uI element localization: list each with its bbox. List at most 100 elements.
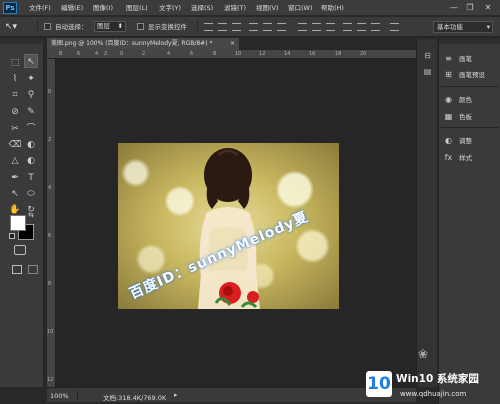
eyedropper-icon[interactable]: ⚲ <box>24 88 38 102</box>
panel-brush-presets[interactable]: ⊞ 画笔预设 <box>443 68 499 81</box>
distribute-center-icon[interactable] <box>357 23 366 31</box>
adjustments-icon: ◐ <box>445 136 452 145</box>
align-bottom-icon[interactable] <box>232 23 241 31</box>
ruler-label: 18 <box>335 51 342 57</box>
restore-button[interactable]: ❐ <box>463 2 477 13</box>
type-tool-icon[interactable]: T <box>24 171 38 185</box>
show-transform-label: 显示变换控件 <box>148 23 187 31</box>
ruler-label: 12 <box>47 377 54 383</box>
dodge-tool-icon[interactable]: ◐ <box>24 154 38 168</box>
eraser-icon[interactable]: ⌫ <box>8 138 22 152</box>
screen-mode-icon[interactable] <box>12 265 22 274</box>
panel-adjustments[interactable]: ◐ 调整 <box>443 134 499 147</box>
menu-view[interactable]: 视图(V) <box>256 3 279 13</box>
brush-presets-icon: ⊞ <box>445 70 452 79</box>
menu-type[interactable]: 文字(Y) <box>159 3 181 13</box>
brush-panel-icon: ≡ <box>445 54 452 63</box>
show-transform-checkbox[interactable] <box>137 23 144 30</box>
options-bar: ↖▾ 自动选择： 图层 ⬍ 显示变换控件 基本功能 ▾ <box>0 17 500 37</box>
win10-brand-text: Win10 系统家园 <box>396 373 479 385</box>
ruler-vertical: 0 2 4 6 8 10 12 <box>47 59 56 387</box>
close-window-button[interactable]: ✕ <box>481 2 495 13</box>
ruler-label: 20 <box>360 51 367 57</box>
marquee-tool-icon[interactable]: ⬚ <box>8 56 22 70</box>
menu-filter[interactable]: 滤镜(T) <box>224 3 246 13</box>
swatches-icon: ▦ <box>444 112 453 121</box>
swap-colors-icon[interactable]: ⇆ <box>28 211 36 219</box>
path-select-icon[interactable]: ↖ <box>8 187 22 201</box>
document-size: 文档:318.4K/769.0K <box>103 394 167 402</box>
menu-window[interactable]: 窗口(W) <box>288 3 313 13</box>
move-tool-preset-icon[interactable]: ↖▾ <box>5 20 27 34</box>
zoom-level[interactable]: 100% <box>50 392 69 400</box>
workspace-dropdown[interactable]: 基本功能 ▾ <box>433 21 493 33</box>
document-tab[interactable]: 美图.png @ 100% (百度ID：sunnyMelody夏, RGB/8#… <box>47 38 239 50</box>
panel-styles[interactable]: fx 样式 <box>443 151 499 164</box>
foreground-color-swatch[interactable] <box>10 215 26 231</box>
history-icon[interactable]: ⊟ <box>422 50 433 61</box>
history-brush-icon[interactable]: ⌒ <box>24 122 38 136</box>
distribute-right-icon[interactable] <box>371 23 380 31</box>
panel-styles-label: 样式 <box>459 154 472 162</box>
status-menu-arrow-icon[interactable]: ▸ <box>174 391 178 399</box>
distribute-bottom-icon[interactable] <box>326 23 335 31</box>
panel-swatches[interactable]: ▦ 色板 <box>443 110 499 123</box>
status-bar: 100% 文档:318.4K/769.0K ▸ <box>47 387 416 402</box>
pen-tool-icon[interactable]: ✒ <box>8 171 22 185</box>
gradient-icon[interactable]: ◐ <box>24 138 38 152</box>
auto-align-icon[interactable] <box>390 23 399 31</box>
photoshop-logo: Ps <box>3 2 17 14</box>
magic-wand-icon[interactable]: ✦ <box>24 72 38 86</box>
align-left-icon[interactable] <box>249 23 258 31</box>
color-panel-icon: ◉ <box>445 95 452 104</box>
right-panels: ≡ 画笔 ⊞ 画笔预设 ◉ 颜色 ▦ 色板 ◐ 调整 fx 样式 <box>438 39 500 404</box>
screen-mode-alt-icon[interactable] <box>28 265 38 274</box>
ruler-label: 8 <box>48 281 52 287</box>
healing-brush-icon[interactable]: ⊘ <box>8 105 22 119</box>
ruler-label: 6 <box>48 233 52 239</box>
auto-select-checkbox[interactable] <box>44 23 51 30</box>
ruler-label: 10 <box>47 329 54 335</box>
close-tab-icon[interactable]: × <box>230 38 235 50</box>
workspace-value: 基本功能 <box>437 23 463 31</box>
ruler-label: 4 <box>167 51 171 57</box>
panel-brush-presets-label: 画笔预设 <box>459 71 485 79</box>
brush-tool-icon[interactable]: ✎ <box>24 105 38 119</box>
divider <box>197 20 198 34</box>
crop-tool-icon[interactable]: ⌗ <box>8 88 22 102</box>
divider <box>77 391 78 400</box>
move-tool-icon[interactable]: ↖ <box>24 54 38 68</box>
lasso-tool-icon[interactable]: ⌇ <box>8 72 22 86</box>
align-center-icon[interactable] <box>263 23 272 31</box>
align-middle-icon[interactable] <box>218 23 227 31</box>
menu-file[interactable]: 文件(F) <box>29 3 51 13</box>
auto-select-dropdown[interactable]: 图层 ⬍ <box>94 21 126 32</box>
menu-image[interactable]: 图像(I) <box>93 3 113 13</box>
distribute-middle-icon[interactable] <box>312 23 321 31</box>
panel-brush[interactable]: ≡ 画笔 <box>443 52 499 65</box>
document-tab-title: 美图.png @ 100% (百度ID：sunnyMelody夏, RGB/8#… <box>51 40 213 47</box>
menu-edit[interactable]: 编辑(E) <box>61 3 83 13</box>
blur-tool-icon[interactable]: △ <box>8 154 22 168</box>
minimize-button[interactable]: — <box>447 2 461 13</box>
ellipse-tool-icon[interactable]: ⬭ <box>24 187 38 201</box>
distribute-top-icon[interactable] <box>298 23 307 31</box>
default-colors-icon[interactable] <box>9 233 15 239</box>
paw-logo-icon: ❀ <box>417 347 429 361</box>
clone-stamp-icon[interactable]: ✂ <box>8 122 22 136</box>
ruler-label: 4 <box>48 185 52 191</box>
divider <box>37 20 38 34</box>
align-right-icon[interactable] <box>277 23 286 31</box>
properties-icon[interactable]: ▤ <box>422 66 433 77</box>
ruler-label: 6 <box>77 51 81 57</box>
divider <box>441 127 499 128</box>
document-image[interactable]: 百度ID：sunnyMelody夏 <box>118 143 339 309</box>
menu-layer[interactable]: 图层(L) <box>126 3 148 13</box>
align-top-icon[interactable] <box>204 23 213 31</box>
panel-color[interactable]: ◉ 颜色 <box>443 93 499 106</box>
collapsed-panel-column: ⊟ ▤ <box>416 39 437 387</box>
menu-help[interactable]: 帮助(H) <box>321 3 344 13</box>
menu-select[interactable]: 选择(S) <box>191 3 213 13</box>
distribute-left-icon[interactable] <box>343 23 352 31</box>
quick-mask-icon[interactable] <box>14 245 26 255</box>
